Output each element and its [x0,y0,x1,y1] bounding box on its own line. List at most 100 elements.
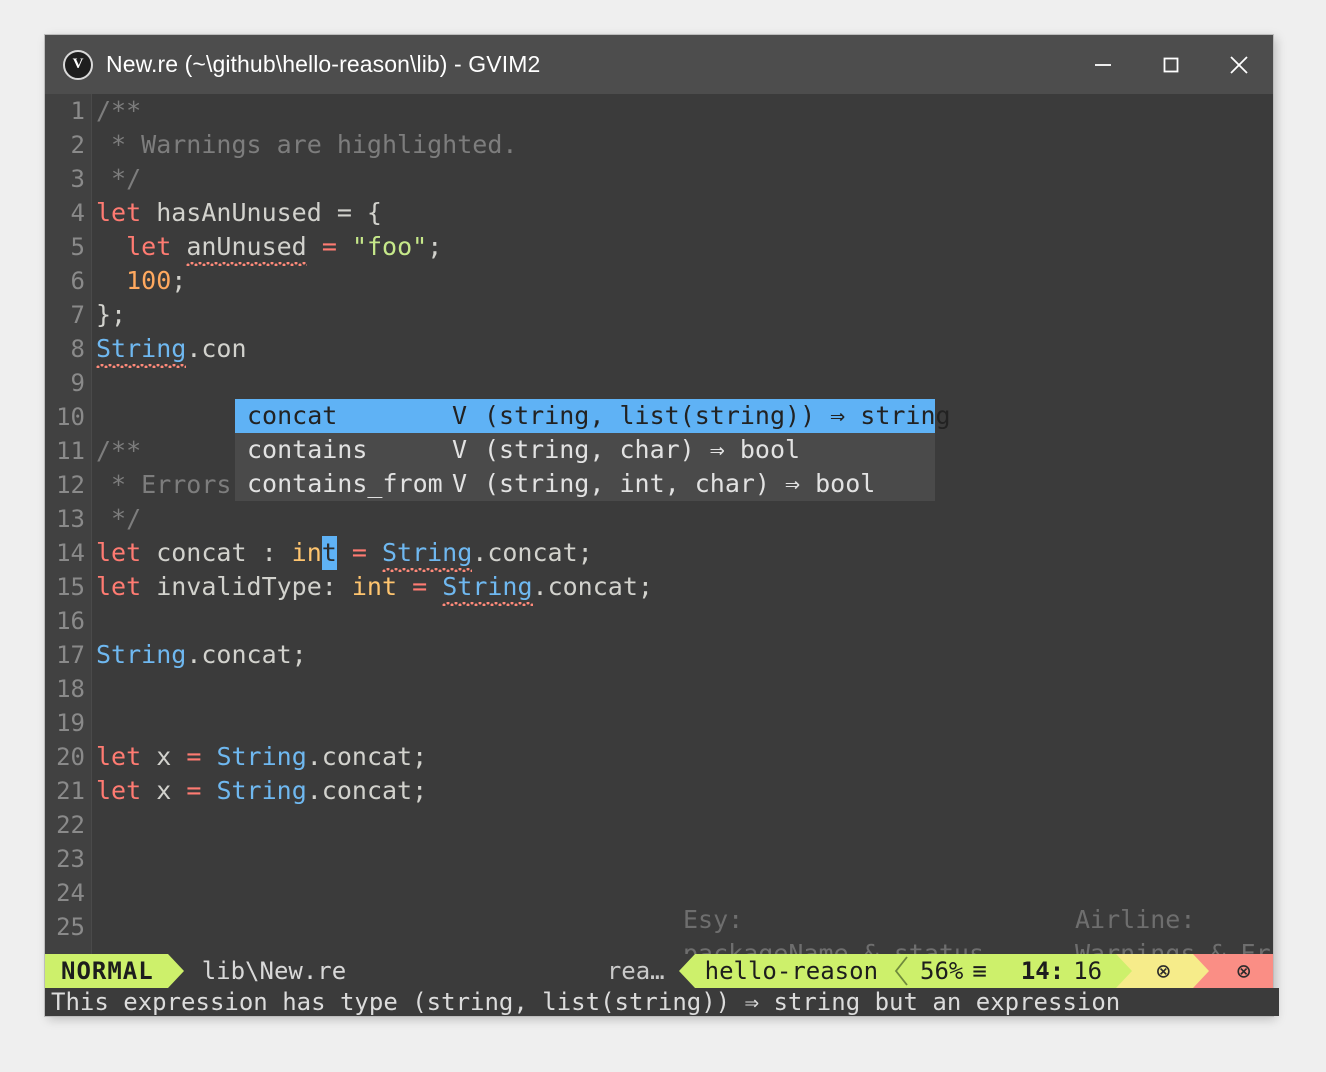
code-token: String [216,742,307,771]
code-token: * Warnings are highlighted. [96,130,518,159]
code-token: in [291,538,322,567]
code-token: ; [171,266,187,295]
line-number: 11 [56,437,85,465]
completion-kind: V [452,401,468,430]
code-line: 21 let x = String.concat; [45,774,1273,808]
title-bar: V New.re (~\github\hello-reason\lib) - G… [45,35,1273,94]
status-spacer [346,954,607,988]
line-number: 8 [70,335,85,363]
code-line: 16 [45,604,1273,638]
code-token: let [126,232,172,261]
editor-area[interactable]: 1/** 2 * Warnings are highlighted. 3 */4 le… [45,94,1273,954]
code-line: 19 [45,706,1273,740]
annotation-label: packageName & status [683,939,985,954]
code-token: 100 [126,266,172,295]
window-controls [1069,35,1273,94]
status-percent: 56% ≡ [910,954,997,988]
status-column-number: 16 [1073,957,1103,985]
error-icon: ⊗ [1236,957,1251,985]
code-line: 5 let anUnused = "foo"; [45,230,1273,266]
completion-item[interactable]: contains V (string, char) ⇒ bool [235,433,935,467]
line-text: 100; [96,264,1273,298]
status-line-number: 14: [1020,957,1065,985]
warning-icon: ⊗ [1156,957,1171,985]
code-token: .concat; [532,572,653,601]
completion-word: concat [247,401,338,430]
code-line: 22 [45,808,1273,842]
completion-item[interactable]: concat V (string, list(string)) ⇒ string [235,399,951,433]
annotation-label: Esy: [683,905,744,934]
code-line: 14 let concat : int = String.concat; [45,536,1273,572]
code-token: "foo" [351,232,428,261]
code-token: = { [336,198,382,227]
code-token: .concat; [306,776,428,805]
percent-separator-icon [892,954,911,988]
code-line: 17 String.concat; [45,638,1273,672]
code-token: let [96,572,142,601]
line-number: 12 [56,471,85,499]
line-number: 7 [70,301,85,329]
status-position: 14: 16 [996,954,1117,988]
code-token: let [96,538,142,567]
maximize-icon[interactable] [1137,35,1205,94]
code-token: hasAnUnused [141,198,337,227]
line-number: 22 [56,811,85,839]
code-line: 8 String.con [45,332,1273,368]
line-text: let hasAnUnused = { [96,196,1273,230]
status-error-badge[interactable]: ⊗ [1210,954,1273,988]
code-token: let [96,742,142,771]
status-git-branch: hello-reason [694,954,893,988]
line-number: 14 [56,539,85,567]
line-number: 21 [56,777,85,805]
close-icon[interactable] [1205,35,1273,94]
line-number: 18 [56,675,85,703]
code-line: 6 100; [45,264,1273,298]
code-token: let [96,776,142,805]
annotation-label: Airline: [1075,905,1196,934]
window-title: New.re (~\github\hello-reason\lib) - GVI… [106,51,541,77]
line-text: String.concat; [96,638,1273,672]
completion-item[interactable]: contains_from V (string, int, char) ⇒ bool [235,467,935,501]
code-token: = [412,572,428,601]
code-line: 15 let invalidType: int = String.concat; [45,570,1273,606]
line-number: 20 [56,743,85,771]
completion-kind: V [452,435,468,464]
line-number: 5 [70,233,85,261]
line-text: let concat : int = String.concat; [96,536,1273,572]
code-token: .con [186,334,247,363]
code-token: */ [96,164,142,193]
line-number: 4 [70,199,85,227]
line-number: 15 [56,573,85,601]
status-warning-badge[interactable]: ⊗ [1134,954,1193,988]
completion-word: contains_from [247,469,443,498]
code-line: 3 */ [45,162,1273,196]
status-line: NORMAL lib\New.re rea… hello-reason 56% … [45,954,1273,988]
warning-separator-icon [1116,954,1135,988]
completion-word: contains [247,435,368,464]
error-underline-token: String [96,332,187,368]
code-token: let [96,198,142,227]
completion-popup[interactable]: concat V (string, list(string)) ⇒ string co… [235,399,951,501]
text-cursor: t [321,536,337,570]
code-line: 18 [45,672,1273,706]
line-text: */ [96,502,1273,536]
status-readonly: rea… [606,957,665,985]
code-token: x [141,776,187,805]
mode-separator-icon [167,954,184,988]
status-percent-value: 56% [920,957,964,985]
line-number: 17 [56,641,85,669]
completion-signature: (string, list(string)) ⇒ string [484,401,951,430]
code-token: /** [96,436,142,465]
code-token: .concat; [186,640,307,669]
code-line: 2 * Warnings are highlighted. [45,128,1273,162]
completion-kind: V [452,469,468,498]
line-number: 9 [70,369,85,397]
minimize-icon[interactable] [1069,35,1137,94]
